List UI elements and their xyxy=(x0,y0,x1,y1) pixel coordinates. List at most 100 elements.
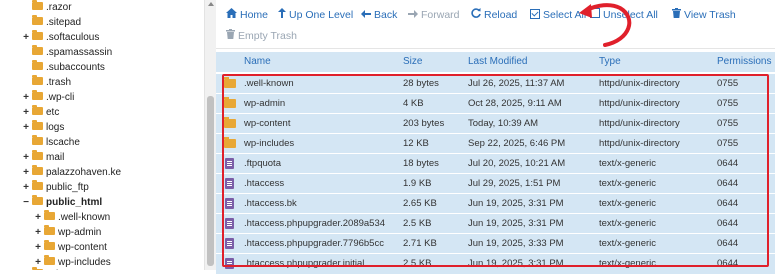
cell-name: .htaccess xyxy=(244,178,285,189)
table-row[interactable]: .htaccess.phpupgrader.2089a534 2.5 KB Jun … xyxy=(216,213,775,234)
folder-icon xyxy=(32,75,43,86)
tree-expander[interactable]: + xyxy=(22,91,30,105)
cell-permissions: 0644 xyxy=(717,218,739,229)
table-row[interactable]: wp-includes 12 KB Sep 22, 2025, 6:46 PM htt… xyxy=(216,133,775,154)
folder-icon xyxy=(32,180,43,191)
cell-size: 1.9 KB xyxy=(403,178,432,189)
folder-icon xyxy=(32,105,43,116)
cell-last-modified: Jun 19, 2025, 3:31 PM xyxy=(468,198,564,209)
cell-name: .htaccess.phpupgrader.initial xyxy=(244,258,365,269)
column-header-name[interactable]: Name xyxy=(244,52,271,72)
scrollbar-thumb[interactable] xyxy=(207,96,214,266)
tree-item[interactable]: lscache xyxy=(22,135,80,150)
tree-expander[interactable]: + xyxy=(22,166,30,180)
cell-name: wp-includes xyxy=(244,138,295,149)
tree-item[interactable]: + logs xyxy=(22,120,64,135)
arrow-right-icon xyxy=(408,8,418,24)
folder-icon xyxy=(32,15,43,26)
up-one-level-label: Up One Level xyxy=(289,9,354,21)
column-header-size[interactable]: Size xyxy=(403,52,422,72)
cell-type: httpd/unix-directory xyxy=(599,98,680,109)
tree-item[interactable]: + etc xyxy=(22,105,59,120)
sidebar-scrollbar[interactable] xyxy=(204,0,216,270)
folder-icon xyxy=(44,225,55,236)
table-row[interactable]: .well-known 28 bytes Jul 26, 2025, 11:37 A… xyxy=(216,73,775,94)
table-row[interactable]: .ftpquota 18 bytes Jul 20, 2025, 10:21 AM t… xyxy=(216,153,775,174)
tree-expander[interactable]: + xyxy=(22,151,30,165)
table-row[interactable]: .htaccess.phpupgrader.initial 2.5 KB Jun 1… xyxy=(216,253,775,274)
tree-expander[interactable]: + xyxy=(22,181,30,195)
view-trash-button[interactable]: View Trash xyxy=(672,7,736,23)
cell-last-modified: Jun 19, 2025, 3:33 PM xyxy=(468,238,564,249)
tree-item[interactable]: .subaccounts xyxy=(22,60,105,75)
cell-permissions: 0644 xyxy=(717,178,739,189)
tree-item-label: public_html xyxy=(46,197,103,208)
column-header-permissions[interactable]: Permissions xyxy=(717,52,771,72)
tree-item-label: .wp-cli xyxy=(46,92,75,103)
tree-item[interactable]: + .well-known xyxy=(34,210,110,225)
table-row[interactable]: wp-content 203 bytes Today, 10:39 AM httpd/… xyxy=(216,113,775,134)
tree-item-selected[interactable]: − public_html xyxy=(22,195,103,210)
column-header-last-modified[interactable]: Last Modified xyxy=(468,52,527,72)
tree-item-label: .spamassassin xyxy=(46,47,113,58)
table-row[interactable]: .htaccess.bk 2.65 KB Jun 19, 2025, 3:31 PM… xyxy=(216,193,775,214)
tree-item[interactable]: + wp-admin xyxy=(34,225,102,240)
folder-icon xyxy=(32,135,43,146)
folder-icon xyxy=(44,255,55,266)
folder-icon xyxy=(32,150,43,161)
cell-last-modified: Jul 29, 2025, 1:51 PM xyxy=(468,178,561,189)
table-header: Name Size Last Modified Type Permissions xyxy=(216,52,775,72)
table-row[interactable]: wp-admin 4 KB Oct 28, 2025, 9:11 AM httpd/u… xyxy=(216,93,775,114)
reload-icon xyxy=(471,8,481,24)
tree-item[interactable]: .spamassassin xyxy=(22,45,113,60)
cell-type: text/x-generic xyxy=(599,258,657,269)
cell-type: httpd/unix-directory xyxy=(599,118,680,129)
tree-expander[interactable]: + xyxy=(22,31,30,45)
tree-item[interactable]: .trash xyxy=(22,75,71,90)
scroll-up-icon[interactable] xyxy=(208,2,214,6)
toolbar: Home Up One Level Back Forward Reload Se… xyxy=(216,0,775,49)
folder-icon xyxy=(32,165,43,176)
up-one-level-button[interactable]: Up One Level xyxy=(278,7,353,23)
folder-tree: .razor .sitepad + .softaculous .spamassas… xyxy=(0,0,205,270)
tree-expander[interactable]: + xyxy=(34,211,42,225)
tree-expander[interactable]: − xyxy=(22,196,30,210)
file-icon xyxy=(225,218,234,229)
tree-item[interactable]: + .softaculous xyxy=(22,30,99,45)
tree-expander[interactable]: + xyxy=(34,241,42,255)
checkbox-icon xyxy=(530,9,540,19)
tree-item[interactable]: + wp-content xyxy=(34,240,107,255)
back-button[interactable]: Back xyxy=(361,7,397,23)
tree-item-label: .razor xyxy=(46,2,72,13)
cell-name: wp-admin xyxy=(244,98,286,109)
table-row[interactable]: .htaccess 1.9 KB Jul 29, 2025, 1:51 PM text… xyxy=(216,173,775,194)
tree-item[interactable]: .sitepad xyxy=(22,15,81,30)
empty-trash-button[interactable]: Empty Trash xyxy=(226,28,297,44)
tree-item[interactable]: + public_ftp xyxy=(22,180,89,195)
reload-button[interactable]: Reload xyxy=(471,7,517,23)
home-button[interactable]: Home xyxy=(226,7,268,23)
tree-item[interactable]: + .wp-cli xyxy=(22,90,75,105)
cell-size: 2.5 KB xyxy=(403,218,432,229)
table-row[interactable]: .htaccess.phpupgrader.7796b5cc 2.71 KB Jun… xyxy=(216,233,775,254)
tree-item[interactable]: .razor xyxy=(22,0,72,15)
trash-icon xyxy=(672,8,681,24)
tree-item[interactable]: + palazzohaven.ke xyxy=(22,165,121,180)
annotation-arrow-icon xyxy=(579,3,632,47)
arrow-up-icon xyxy=(278,8,286,24)
cell-last-modified: Oct 28, 2025, 9:11 AM xyxy=(468,98,562,109)
forward-button[interactable]: Forward xyxy=(408,7,460,23)
tree-expander[interactable]: + xyxy=(22,121,30,135)
forward-label: Forward xyxy=(421,9,460,21)
cell-type: text/x-generic xyxy=(599,238,657,249)
cell-type: text/x-generic xyxy=(599,158,657,169)
tree-expander[interactable]: + xyxy=(22,106,30,120)
tree-item-label: wp-admin xyxy=(58,227,102,238)
cell-permissions: 0755 xyxy=(717,98,739,109)
cell-permissions: 0644 xyxy=(717,198,739,209)
trash-icon xyxy=(226,29,235,45)
cell-name: .htaccess.phpupgrader.7796b5cc xyxy=(244,238,384,249)
tree-expander[interactable]: + xyxy=(34,226,42,240)
column-header-type[interactable]: Type xyxy=(599,52,621,72)
tree-item[interactable]: + mail xyxy=(22,150,64,165)
